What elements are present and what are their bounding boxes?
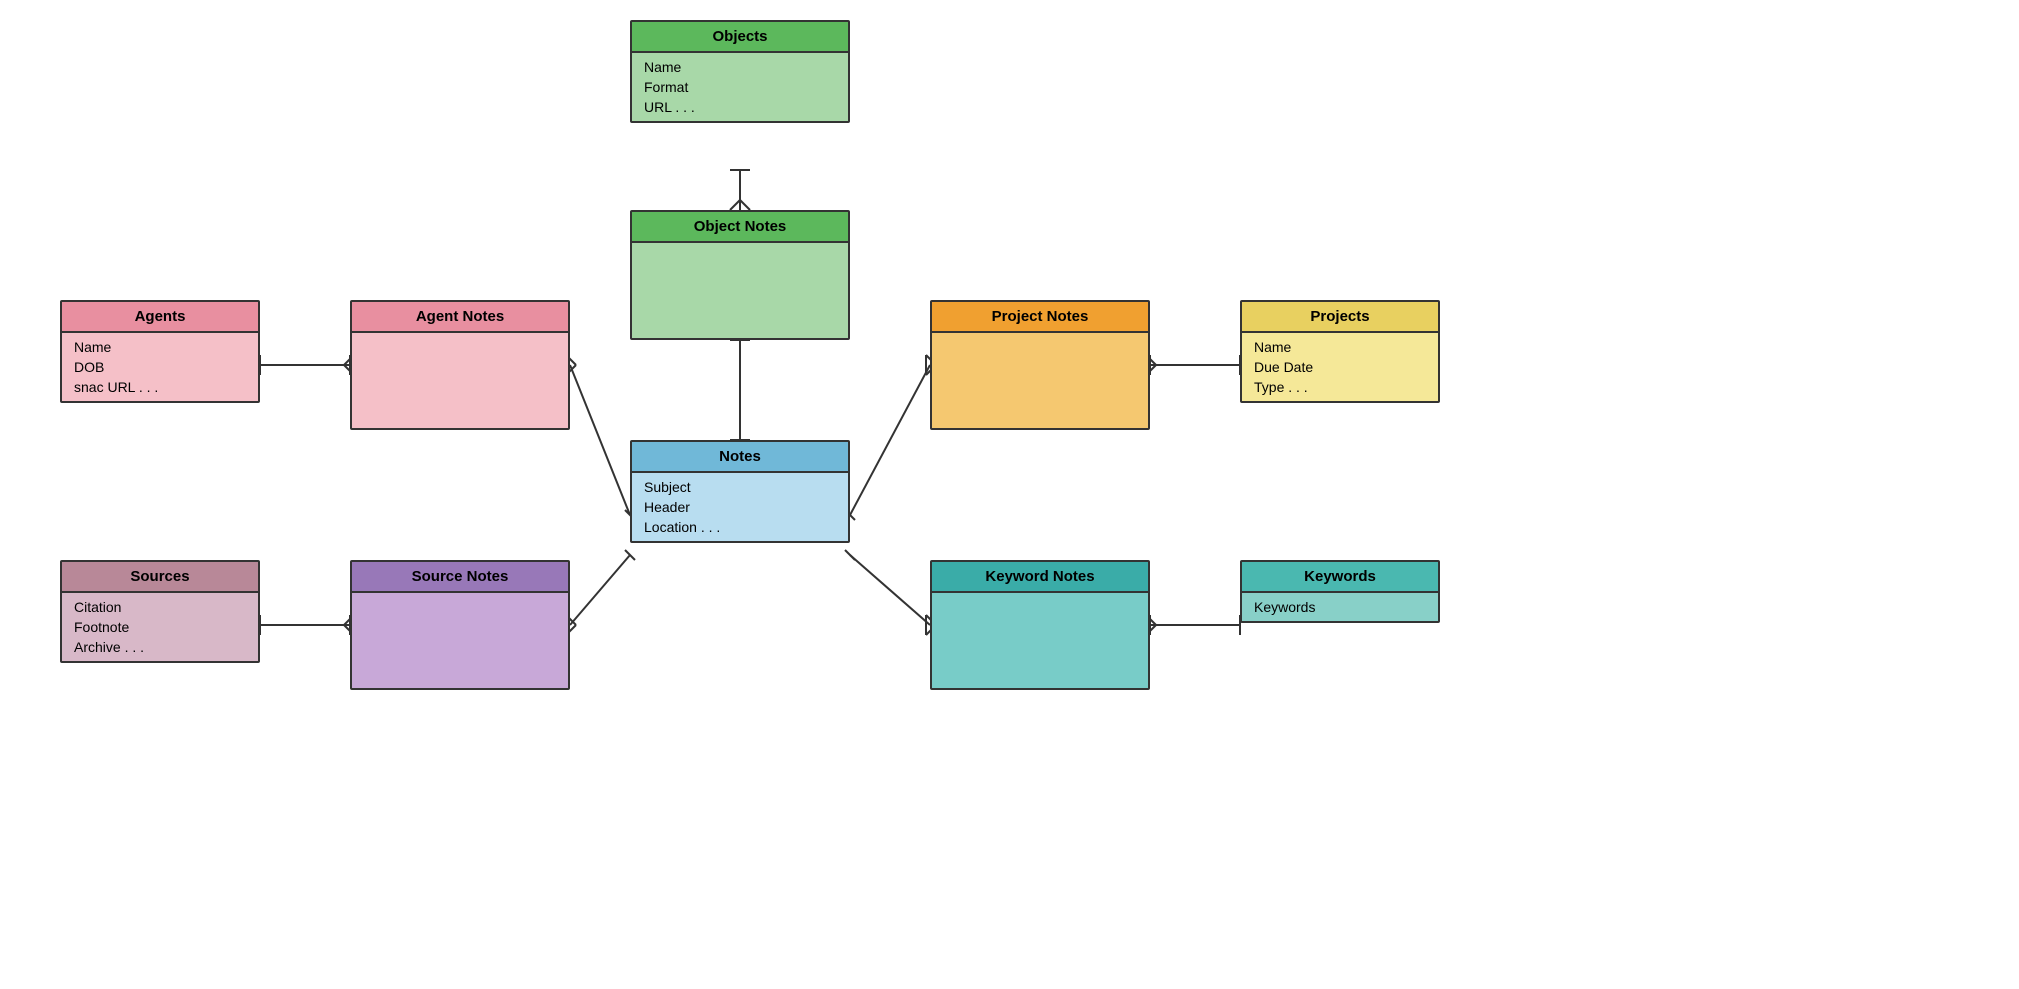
sources-entity: Sources Citation Footnote Archive . . . [60,560,260,663]
object-notes-entity: Object Notes [630,210,850,340]
keywords-field-1: Keywords [1254,599,1426,615]
projects-field-2: Due Date [1254,359,1426,375]
agents-entity: Agents Name DOB snac URL . . . [60,300,260,403]
keywords-entity: Keywords Keywords [1240,560,1440,623]
keywords-body: Keywords [1242,593,1438,621]
notes-header: Notes [632,442,848,473]
sources-field-3: Archive . . . [74,639,246,655]
notes-body: Subject Header Location . . . [632,473,848,541]
connections-svg [0,0,2019,989]
source-notes-entity: Source Notes [350,560,570,690]
project-notes-body [932,333,1148,428]
notes-field-2: Header [644,499,836,515]
projects-body: Name Due Date Type . . . [1242,333,1438,401]
project-notes-header: Project Notes [932,302,1148,333]
keyword-notes-entity: Keyword Notes [930,560,1150,690]
sources-field-2: Footnote [74,619,246,635]
agents-header: Agents [62,302,258,333]
agent-notes-entity: Agent Notes [350,300,570,430]
objects-entity: Objects Name Format URL . . . [630,20,850,123]
source-notes-body [352,593,568,688]
projects-field-1: Name [1254,339,1426,355]
agents-field-2: DOB [74,359,246,375]
projects-header: Projects [1242,302,1438,333]
diagram: Objects Name Format URL . . . Object Not… [0,0,2019,989]
object-notes-header: Object Notes [632,212,848,243]
object-notes-body [632,243,848,338]
sources-body: Citation Footnote Archive . . . [62,593,258,661]
notes-field-1: Subject [644,479,836,495]
objects-field-2: Format [644,79,836,95]
notes-entity: Notes Subject Header Location . . . [630,440,850,543]
projects-entity: Projects Name Due Date Type . . . [1240,300,1440,403]
keywords-header: Keywords [1242,562,1438,593]
project-notes-entity: Project Notes [930,300,1150,430]
agents-field-1: Name [74,339,246,355]
projects-field-3: Type . . . [1254,379,1426,395]
agents-field-3: snac URL . . . [74,379,246,395]
notes-field-3: Location . . . [644,519,836,535]
keyword-notes-body [932,593,1148,688]
keyword-notes-header: Keyword Notes [932,562,1148,593]
agent-notes-header: Agent Notes [352,302,568,333]
agents-body: Name DOB snac URL . . . [62,333,258,401]
source-notes-header: Source Notes [352,562,568,593]
objects-field-1: Name [644,59,836,75]
objects-field-3: URL . . . [644,99,836,115]
objects-header: Objects [632,22,848,53]
agent-notes-body [352,333,568,428]
sources-field-1: Citation [74,599,246,615]
sources-header: Sources [62,562,258,593]
objects-body: Name Format URL . . . [632,53,848,121]
